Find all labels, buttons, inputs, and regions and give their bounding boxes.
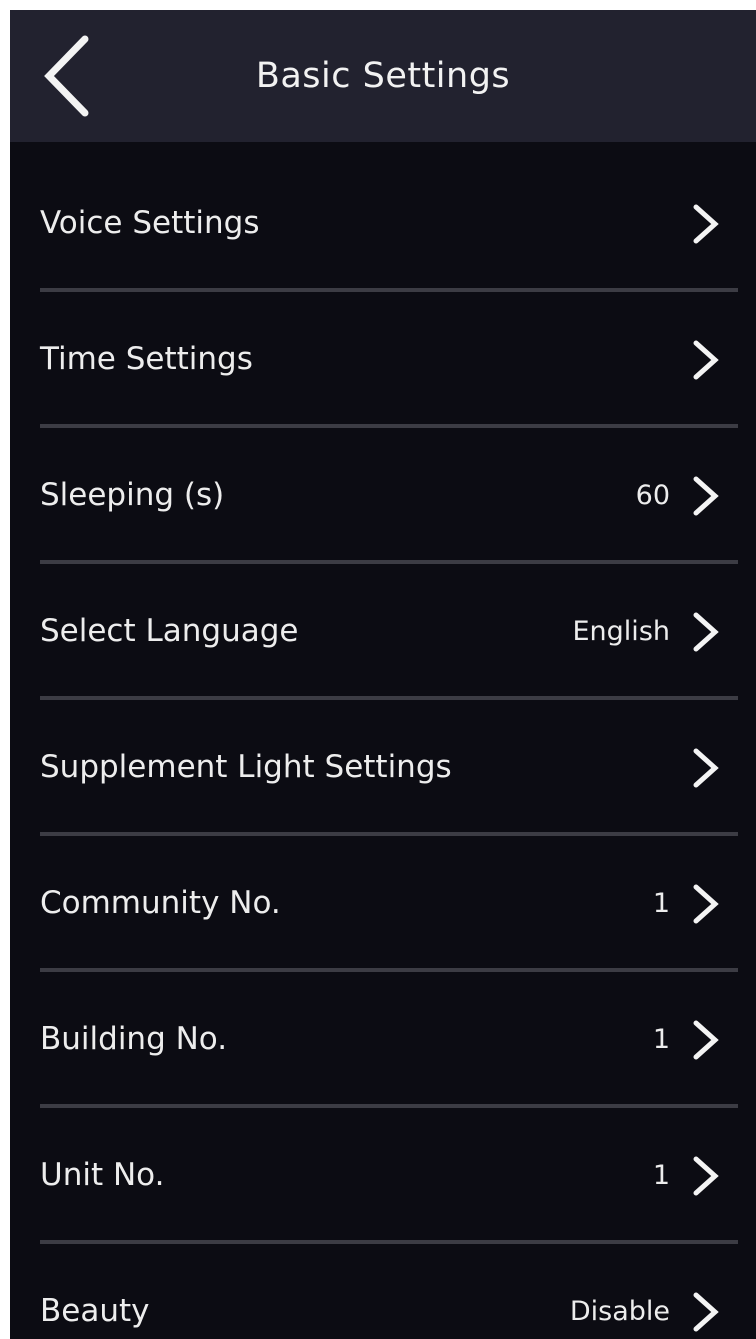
chevron-right-icon (693, 884, 719, 924)
settings-item-label: Sleeping (s) (40, 477, 225, 513)
settings-item-sleeping[interactable]: Sleeping (s) 60 (10, 428, 756, 564)
settings-item-beauty[interactable]: Beauty Disable (10, 1244, 756, 1339)
chevron-right-icon (693, 612, 719, 652)
settings-item-value: 60 (635, 480, 670, 511)
settings-item-label: Voice Settings (40, 205, 260, 241)
chevron-right-icon (693, 1292, 719, 1332)
chevron-right-icon (693, 1020, 719, 1060)
chevron-left-icon (44, 35, 89, 117)
settings-list: Voice Settings Time Settings Sleeping (s… (10, 156, 756, 1339)
settings-item-label: Building No. (40, 1021, 228, 1057)
chevron-right-icon (693, 340, 719, 380)
settings-item-label: Beauty (40, 1293, 150, 1329)
settings-item-label: Community No. (40, 885, 281, 921)
settings-item-supplement-light[interactable]: Supplement Light Settings (10, 700, 756, 836)
settings-item-label: Unit No. (40, 1157, 165, 1193)
back-button[interactable] (32, 30, 102, 122)
settings-item-label: Select Language (40, 613, 299, 649)
settings-item-value: 1 (652, 888, 670, 919)
settings-screen: Basic Settings Voice Settings Time Setti… (10, 10, 756, 1339)
settings-item-value: 1 (652, 1024, 670, 1055)
chevron-right-icon (693, 748, 719, 788)
settings-item-voice-settings[interactable]: Voice Settings (10, 156, 756, 292)
page-title: Basic Settings (255, 56, 511, 96)
settings-item-label: Supplement Light Settings (40, 749, 452, 785)
settings-item-select-language[interactable]: Select Language English (10, 564, 756, 700)
chevron-right-icon (693, 476, 719, 516)
settings-item-unit-no[interactable]: Unit No. 1 (10, 1108, 756, 1244)
settings-item-community-no[interactable]: Community No. 1 (10, 836, 756, 972)
settings-item-time-settings[interactable]: Time Settings (10, 292, 756, 428)
chevron-right-icon (693, 204, 719, 244)
settings-item-value: Disable (569, 1296, 670, 1327)
settings-item-label: Time Settings (40, 341, 253, 377)
chevron-right-icon (693, 1156, 719, 1196)
settings-item-building-no[interactable]: Building No. 1 (10, 972, 756, 1108)
settings-item-value: 1 (652, 1160, 670, 1191)
header-bar: Basic Settings (10, 10, 756, 142)
settings-item-value: English (572, 616, 671, 647)
